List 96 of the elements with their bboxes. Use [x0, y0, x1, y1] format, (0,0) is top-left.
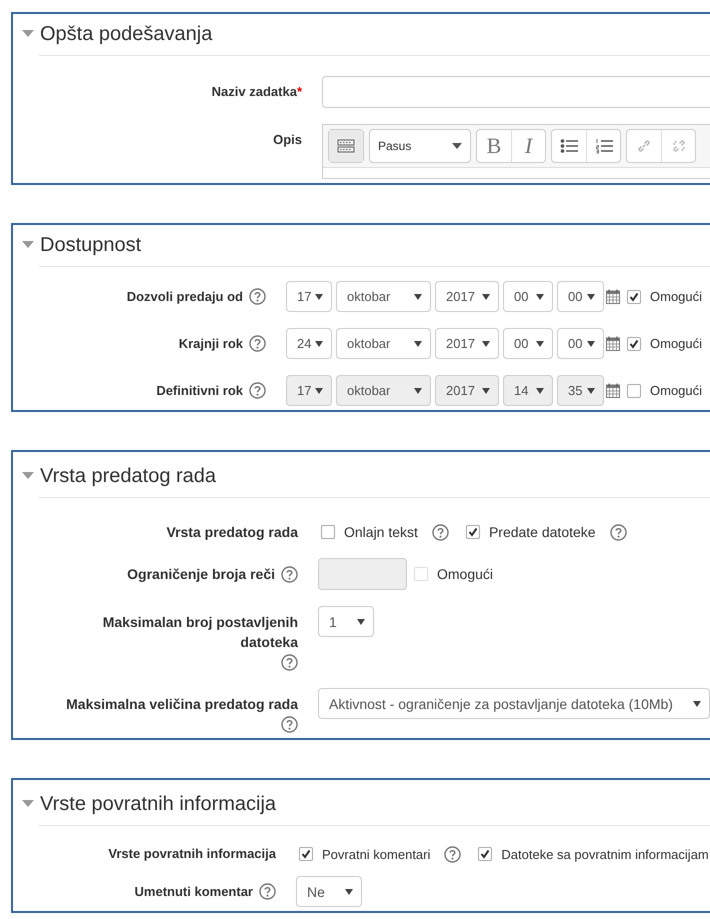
help-icon[interactable]	[281, 716, 298, 733]
section-title: Dostupnost	[40, 233, 142, 258]
dropdown-select[interactable]: Ne	[296, 876, 362, 907]
checkbox-label: Datoteke sa povratnim informacijam	[501, 846, 709, 862]
help-icon[interactable]	[432, 524, 449, 540]
toolbar-toggle-button[interactable]	[329, 130, 363, 162]
checkbox[interactable]	[478, 847, 492, 861]
help-icon[interactable]	[249, 382, 266, 399]
link-icon	[636, 138, 652, 154]
checkbox-label: Onlajn tekst	[344, 524, 418, 540]
caret-icon	[536, 341, 544, 347]
checkbox-label: Povratni komentari	[322, 846, 430, 862]
checkbox[interactable]	[627, 384, 641, 398]
broken-link-icon	[670, 138, 686, 154]
caret-icon	[344, 889, 353, 895]
help-icon[interactable]	[610, 524, 627, 540]
help-icon[interactable]	[281, 566, 298, 583]
caret-icon	[356, 619, 365, 625]
caret-icon	[587, 341, 595, 347]
field-label: Umetnuti komentar	[134, 883, 253, 901]
dropdown-select[interactable]: Aktivnost - ograničenje za postavljanje datoteka (10Mb)	[318, 688, 710, 719]
field-label: Definitivni rok	[156, 382, 243, 400]
date-select[interactable]: oktobar	[336, 281, 431, 312]
checkbox-label: Omogući	[650, 383, 702, 398]
caret-icon	[315, 294, 323, 300]
date-select[interactable]: 17	[286, 375, 332, 406]
caret-icon	[587, 294, 595, 300]
date-select[interactable]: 00	[503, 328, 553, 359]
caret-icon	[315, 341, 323, 347]
date-select[interactable]: 35	[557, 375, 604, 406]
field-label: Krajnji rok	[178, 335, 243, 353]
numbered-list-icon	[594, 138, 612, 154]
field-label: Ograničenje broja reči	[127, 565, 275, 584]
help-icon[interactable]	[444, 846, 462, 862]
field-label: Opis	[273, 131, 302, 149]
collapse-caret-icon[interactable]	[22, 800, 34, 808]
italic-button[interactable]: I	[511, 130, 545, 162]
date-select[interactable]: 00	[557, 328, 604, 359]
caret-icon	[536, 388, 544, 394]
date-select[interactable]: 2017	[435, 328, 499, 359]
keyboard-icon	[337, 139, 355, 153]
date-select[interactable]: oktobar	[336, 375, 431, 406]
collapse-caret-icon[interactable]	[22, 472, 34, 480]
date-select[interactable]: 00	[503, 281, 553, 312]
calendar-icon[interactable]	[606, 289, 620, 304]
dropdown-select[interactable]: 1	[318, 606, 374, 637]
collapse-caret-icon[interactable]	[22, 241, 34, 249]
checkbox-label: Omogući	[650, 336, 702, 351]
help-icon[interactable]	[249, 288, 266, 305]
caret-icon	[482, 388, 490, 394]
text-input[interactable]	[322, 76, 710, 108]
caret-icon	[482, 294, 490, 300]
help-icon[interactable]	[281, 654, 298, 671]
date-select[interactable]: 2017	[435, 281, 499, 312]
date-select[interactable]: 14	[503, 375, 553, 406]
date-select[interactable]: 00	[557, 281, 604, 312]
bold-button[interactable]: B	[477, 130, 511, 162]
caret-icon	[414, 388, 422, 394]
checkbox[interactable]	[627, 336, 641, 350]
text-editor[interactable]: Pasus B I	[322, 124, 710, 179]
caret-icon	[452, 143, 462, 149]
checkbox-label: Omogući	[437, 566, 494, 582]
date-select[interactable]: 17	[286, 281, 332, 312]
field-label: Vrsta predatog rada	[166, 523, 298, 542]
caret-icon	[482, 341, 490, 347]
section-title: Vrsta predatog rada	[40, 464, 216, 489]
caret-icon	[414, 341, 422, 347]
bullet-list-icon	[560, 138, 578, 154]
checkbox-label: Omogući	[650, 289, 702, 304]
calendar-icon[interactable]	[606, 383, 620, 398]
checkbox-label: Predate datoteke	[488, 524, 596, 540]
calendar-icon[interactable]	[606, 336, 620, 351]
checkbox[interactable]	[627, 290, 641, 304]
caret-icon	[315, 388, 323, 394]
checkbox[interactable]	[299, 847, 313, 861]
date-select[interactable]: 24	[286, 328, 332, 359]
date-select[interactable]: 2017	[435, 375, 499, 406]
collapse-caret-icon[interactable]	[22, 30, 34, 38]
help-icon[interactable]	[259, 883, 276, 900]
section-title: Vrste povratnih informacija	[40, 792, 276, 817]
caret-icon	[587, 388, 595, 394]
field-label: Dozvoli predaju od	[126, 288, 243, 306]
help-icon[interactable]	[249, 335, 266, 352]
checkbox[interactable]	[466, 525, 480, 539]
caret-icon	[414, 294, 422, 300]
field-label: Vrste povratnih informacija	[108, 845, 276, 863]
field-label: Naziv zadatka*	[212, 83, 302, 101]
caret-icon	[692, 701, 701, 707]
field-label: Maksimalan broj postavljenih datoteka	[102, 613, 298, 652]
field-label: Maksimalna veličina predatog rada	[66, 695, 298, 714]
date-select[interactable]: oktobar	[336, 328, 431, 359]
caret-icon	[536, 294, 544, 300]
paragraph-style-select[interactable]: Pasus	[370, 130, 470, 162]
checkbox[interactable]	[321, 525, 335, 539]
required-asterisk: *	[296, 84, 302, 99]
section-title: Opšta podešavanja	[40, 22, 212, 47]
